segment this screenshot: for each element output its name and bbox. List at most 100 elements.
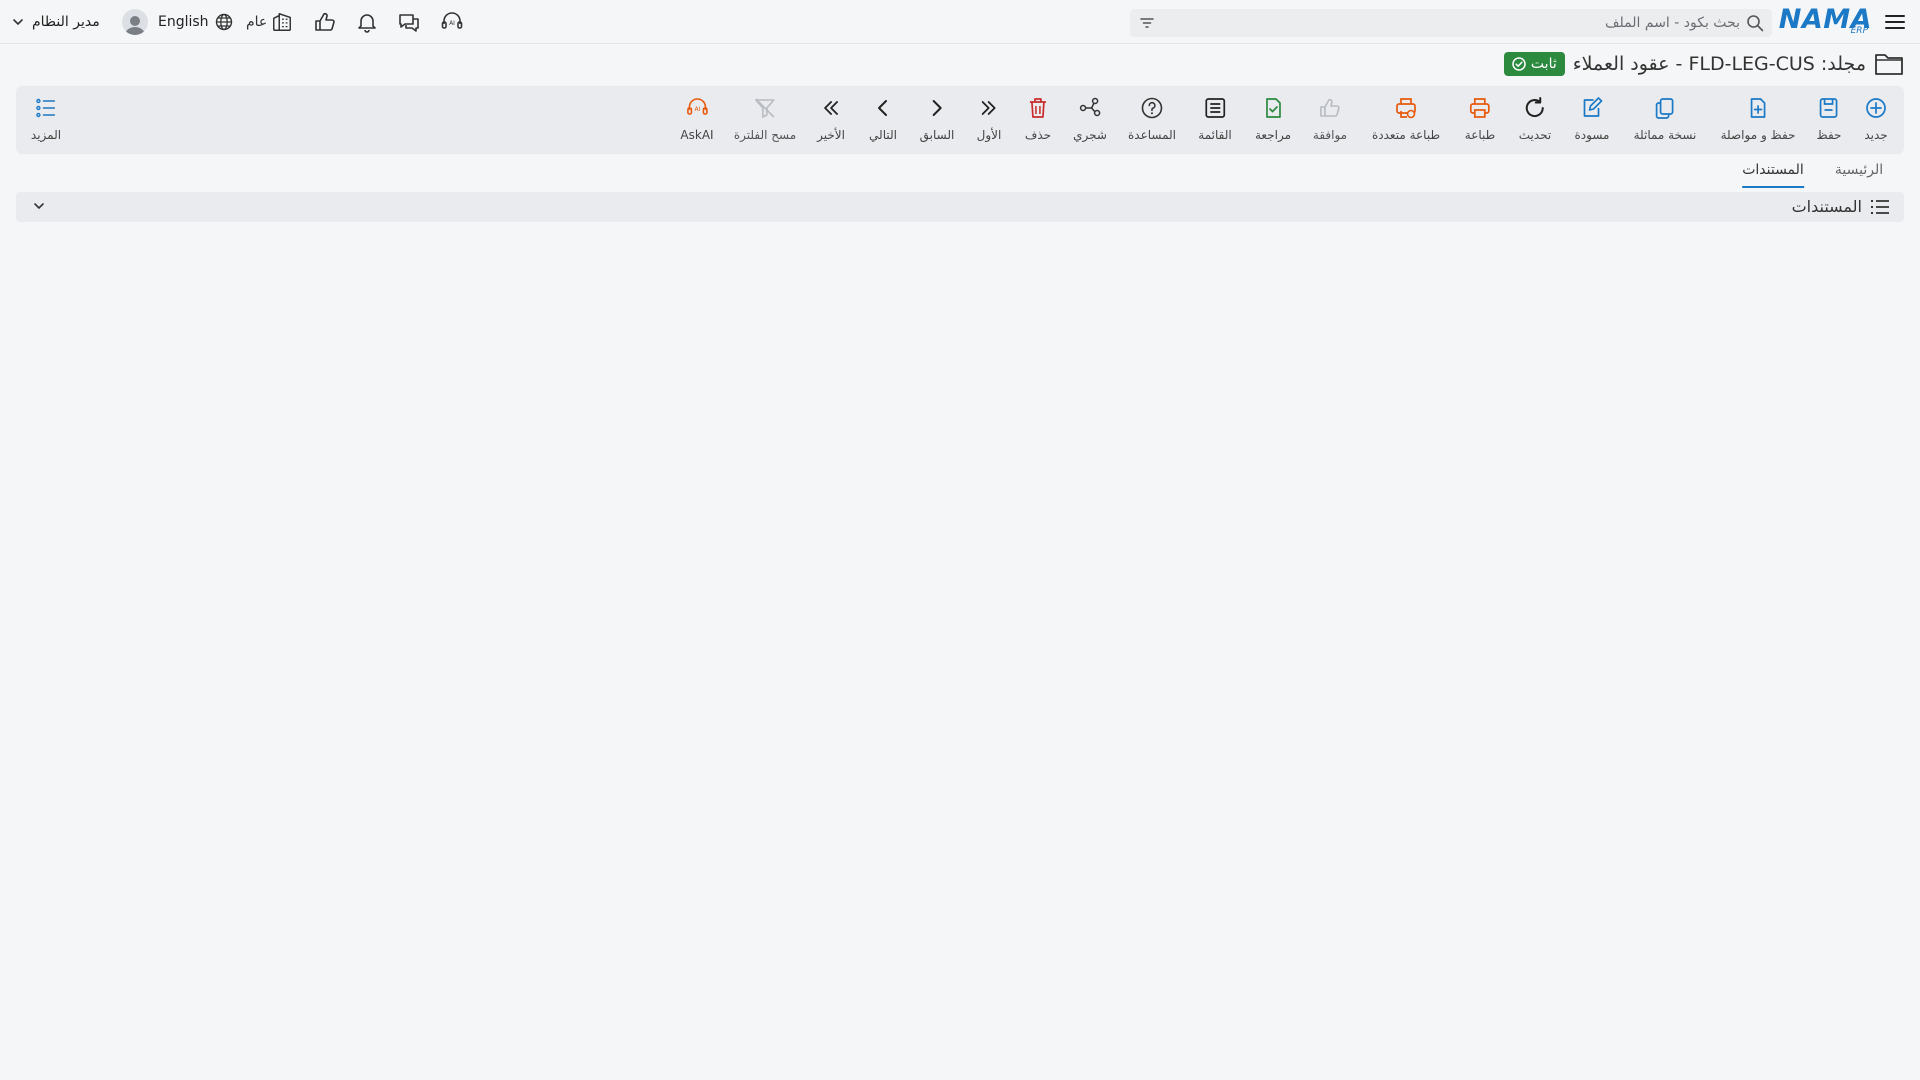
status-badge: ثابت bbox=[1503, 52, 1565, 76]
search-input[interactable] bbox=[1166, 15, 1740, 31]
previous-icon bbox=[925, 96, 949, 124]
list-icon bbox=[1870, 198, 1890, 216]
avatar bbox=[121, 9, 148, 35]
ask-ai-icon: AI bbox=[685, 96, 709, 124]
print-button[interactable]: طباعة bbox=[1465, 96, 1495, 142]
user-menu[interactable]: مدير النظام bbox=[12, 8, 148, 36]
copy-icon bbox=[1653, 96, 1677, 124]
company-selector[interactable]: عام bbox=[246, 11, 293, 33]
bell-icon[interactable] bbox=[352, 7, 382, 37]
save-button[interactable]: حفظ bbox=[1816, 96, 1842, 142]
last-button[interactable]: الأخير bbox=[817, 96, 845, 142]
app-logo[interactable]: NAMA ERP bbox=[1779, 6, 1872, 38]
folder-icon bbox=[1874, 51, 1904, 77]
next-icon bbox=[871, 96, 895, 124]
tree-label: شجري bbox=[1073, 128, 1107, 142]
chevron-down-icon[interactable] bbox=[32, 199, 46, 217]
page-title: مجلد: FLD-LEG-CUS - عقود العملاء bbox=[1572, 53, 1866, 75]
new-button[interactable]: جديد bbox=[1864, 96, 1888, 142]
tab-main[interactable]: الرئيسية bbox=[1835, 162, 1883, 188]
more-button[interactable]: المزيد bbox=[31, 96, 61, 142]
save-continue-label: حفظ و مواصلة bbox=[1720, 128, 1796, 142]
draft-label: مسودة bbox=[1574, 128, 1610, 142]
generic-label: عام bbox=[246, 14, 268, 30]
print-icon bbox=[1468, 96, 1492, 124]
previous-label: السابق bbox=[919, 128, 955, 142]
next-button[interactable]: التالي bbox=[869, 96, 897, 142]
save-continue-icon bbox=[1746, 96, 1770, 124]
logo-sub: ERP bbox=[1850, 26, 1868, 36]
search-icon[interactable] bbox=[1746, 14, 1764, 32]
multi-print-icon bbox=[1394, 96, 1418, 124]
approve-label: موافقة bbox=[1312, 128, 1348, 142]
tree-button[interactable]: شجري bbox=[1073, 96, 1107, 142]
page-title-bar: مجلد: FLD-LEG-CUS - عقود العملاء ثابت bbox=[1503, 50, 1904, 78]
list-icon bbox=[1203, 96, 1227, 124]
ask-ai-label: AskAI bbox=[680, 128, 714, 142]
review-icon bbox=[1261, 96, 1285, 124]
multi-print-button[interactable]: طباعة متعددة bbox=[1372, 96, 1440, 142]
clear-filter-button[interactable]: مسح الفلترة bbox=[734, 96, 796, 142]
new-label: جديد bbox=[1864, 128, 1888, 142]
help-label: المساعدة bbox=[1127, 128, 1177, 142]
multi-print-label: طباعة متعددة bbox=[1371, 128, 1441, 142]
help-icon bbox=[1140, 96, 1164, 124]
ask-ai-button[interactable]: AI AskAI bbox=[680, 96, 714, 142]
search-box bbox=[1130, 9, 1772, 37]
check-circle-icon bbox=[1512, 57, 1526, 71]
chevron-down-icon bbox=[12, 16, 24, 28]
save-continue-button[interactable]: حفظ و مواصلة bbox=[1720, 96, 1796, 142]
refresh-button[interactable]: تحديث bbox=[1518, 96, 1552, 142]
documents-section-header[interactable]: المستندات bbox=[16, 192, 1904, 222]
svg-text:AI: AI bbox=[694, 106, 700, 113]
save-label: حفظ bbox=[1816, 128, 1842, 142]
tab-documents[interactable]: المستندات bbox=[1742, 162, 1804, 188]
filter-icon[interactable] bbox=[1138, 14, 1156, 32]
review-label: مراجعة bbox=[1254, 128, 1292, 142]
svg-text:AI: AI bbox=[449, 20, 455, 27]
language-switcher[interactable]: English bbox=[158, 11, 233, 33]
building-icon bbox=[271, 11, 293, 33]
more-list-icon bbox=[34, 96, 58, 124]
save-icon bbox=[1817, 96, 1841, 124]
tab-main-label: الرئيسية bbox=[1834, 162, 1884, 178]
top-bar: NAMA ERP AI عام English bbox=[0, 0, 1920, 44]
clear-filter-label: مسح الفلترة bbox=[733, 128, 797, 142]
previous-button[interactable]: السابق bbox=[919, 96, 955, 142]
clear-filter-icon bbox=[753, 96, 777, 124]
next-label: التالي bbox=[869, 128, 897, 142]
menu-icon[interactable] bbox=[1884, 11, 1906, 33]
refresh-icon bbox=[1523, 96, 1547, 124]
thumbs-up-icon bbox=[1318, 96, 1342, 124]
draft-button[interactable]: مسودة bbox=[1574, 96, 1610, 142]
delete-label: حذف bbox=[1024, 128, 1052, 142]
section-title: المستندات bbox=[1792, 197, 1890, 216]
plus-circle-icon bbox=[1864, 96, 1888, 124]
trash-icon bbox=[1026, 96, 1050, 124]
help-button[interactable]: المساعدة bbox=[1128, 96, 1176, 142]
user-name: مدير النظام bbox=[32, 14, 100, 30]
draft-icon bbox=[1580, 96, 1604, 124]
duplicate-label: نسخة مماثلة bbox=[1633, 128, 1697, 142]
review-button[interactable]: مراجعة bbox=[1255, 96, 1291, 142]
first-button[interactable]: الأول bbox=[976, 96, 1002, 142]
status-badge-label: ثابت bbox=[1530, 56, 1557, 72]
list-button[interactable]: القائمة bbox=[1198, 96, 1232, 142]
approve-button[interactable]: موافقة bbox=[1313, 96, 1347, 142]
chat-icon[interactable] bbox=[394, 7, 424, 37]
last-icon bbox=[819, 96, 843, 124]
tree-icon bbox=[1078, 96, 1102, 124]
section-title-label: المستندات bbox=[1791, 197, 1862, 216]
delete-button[interactable]: حذف bbox=[1025, 96, 1051, 142]
globe-icon bbox=[215, 13, 233, 31]
last-label: الأخير bbox=[817, 128, 845, 142]
print-label: طباعة bbox=[1464, 128, 1496, 142]
first-label: الأول bbox=[976, 128, 1002, 142]
tab-documents-label: المستندات bbox=[1742, 162, 1804, 178]
ask-ai-icon[interactable]: AI bbox=[437, 7, 467, 37]
thumbs-up-icon[interactable] bbox=[310, 7, 340, 37]
duplicate-button[interactable]: نسخة مماثلة bbox=[1633, 96, 1697, 142]
first-icon bbox=[977, 96, 1001, 124]
more-label: المزيد bbox=[30, 128, 62, 142]
refresh-label: تحديث bbox=[1518, 128, 1552, 142]
